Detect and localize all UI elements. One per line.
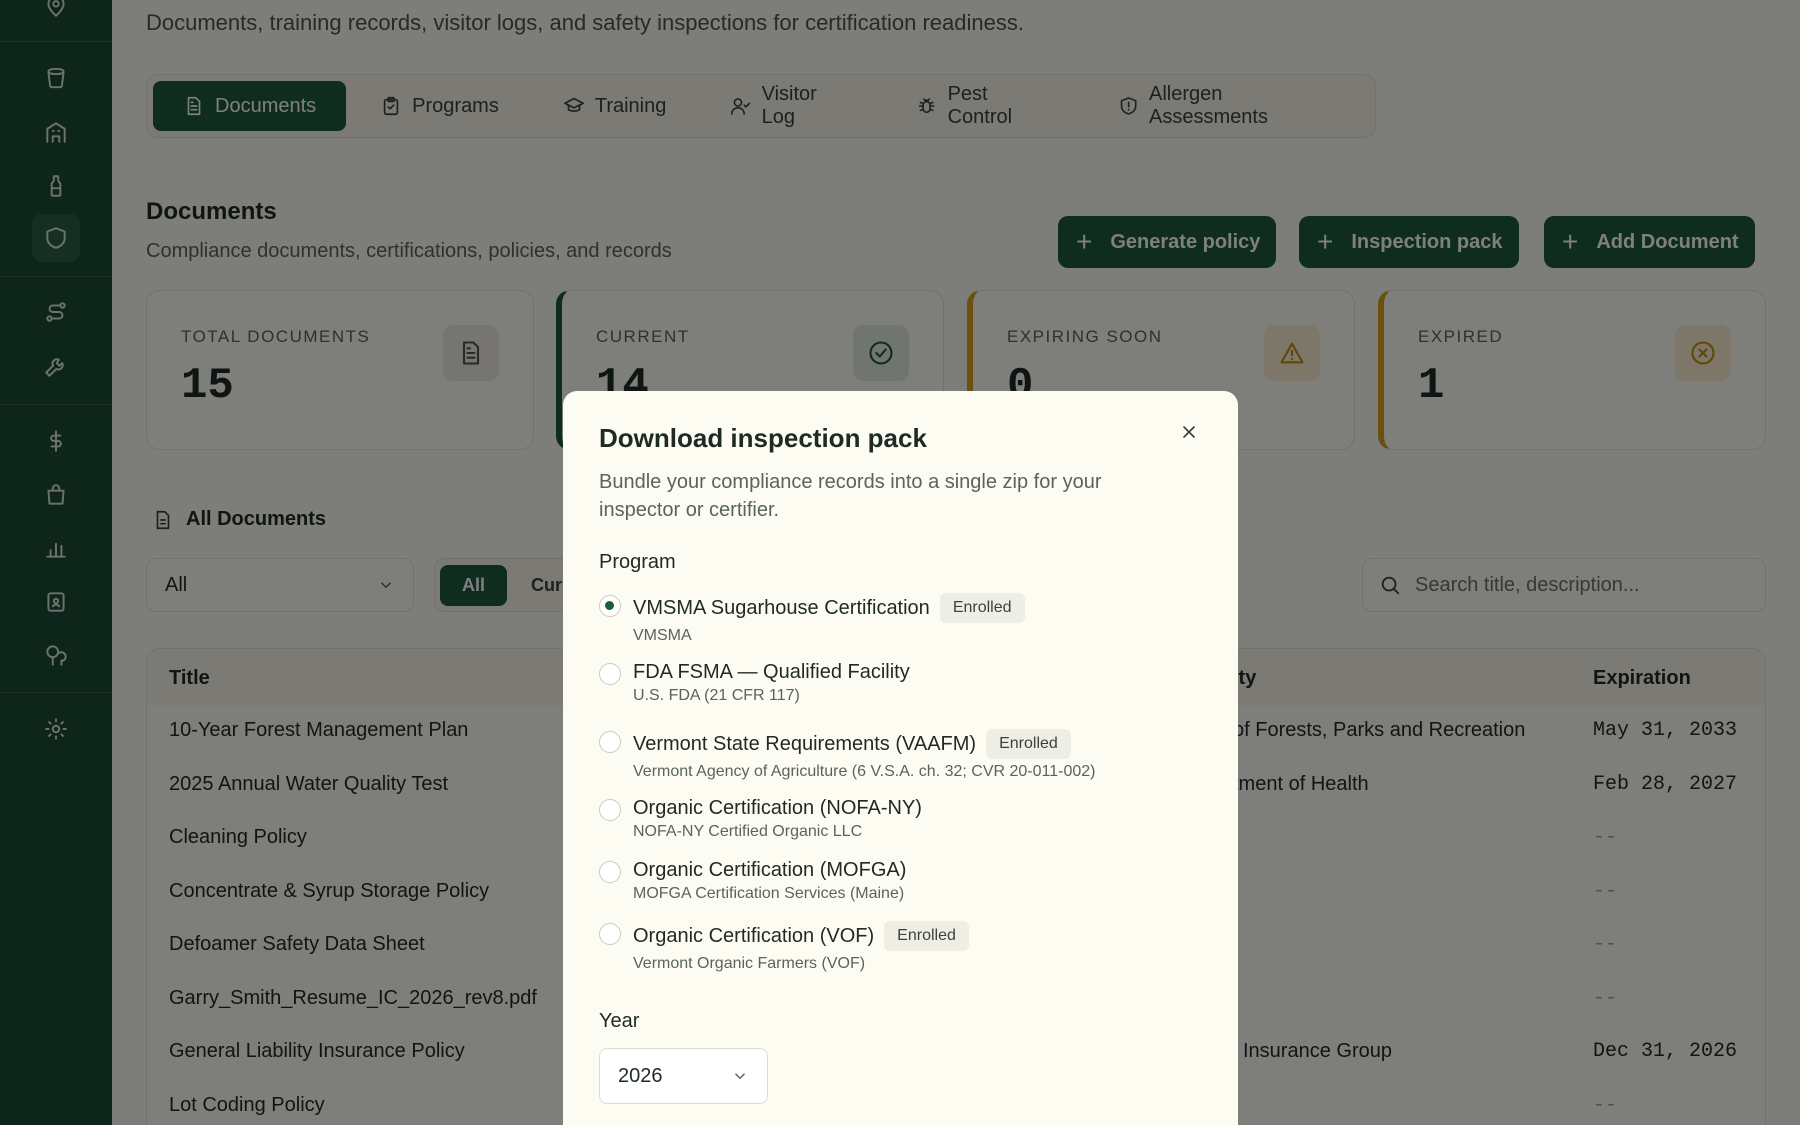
program-name-text: FDA FSMA — Qualified Facility bbox=[633, 661, 910, 683]
program-name-text: Vermont State Requirements (VAAFM) bbox=[633, 732, 977, 755]
program-authority: Vermont Organic Farmers (VOF) bbox=[633, 955, 866, 972]
program-name-text: Organic Certification (MOFGA) bbox=[633, 859, 907, 881]
program-authority: Vermont Agency of Agriculture (6 V.S.A. … bbox=[633, 763, 1096, 780]
radio-button[interactable] bbox=[599, 799, 621, 821]
enrolled-badge: Enrolled bbox=[986, 729, 1071, 759]
close-icon[interactable] bbox=[1174, 417, 1204, 447]
radio-button[interactable] bbox=[599, 923, 621, 945]
program-name: FDA FSMA — Qualified Facility bbox=[633, 661, 910, 684]
program-authority: VMSMA bbox=[633, 627, 692, 644]
program-authority: U.S. FDA (21 CFR 117) bbox=[633, 687, 800, 704]
program-name-text: VMSMA Sugarhouse Certification bbox=[633, 596, 930, 619]
chevron-down-icon bbox=[734, 1073, 746, 1080]
inspection-pack-dialog: Download inspection pack Bundle your com… bbox=[563, 391, 1238, 1125]
program-authority: MOFGA Certification Services (Maine) bbox=[633, 885, 905, 902]
radio-button[interactable] bbox=[599, 663, 621, 685]
radio-button[interactable] bbox=[599, 731, 621, 753]
program-name-text: Organic Certification (NOFA-NY) bbox=[633, 797, 922, 819]
year-select[interactable]: 2026 bbox=[599, 1048, 768, 1104]
year-label: Year bbox=[599, 1010, 640, 1032]
enrolled-badge: Enrolled bbox=[884, 921, 969, 951]
program-name: Vermont State Requirements (VAAFM) Enrol… bbox=[633, 729, 1071, 759]
program-name: Organic Certification (VOF) Enrolled bbox=[633, 921, 969, 951]
program-label: Program bbox=[599, 551, 676, 573]
year-value: 2026 bbox=[618, 1064, 663, 1087]
program-name: Organic Certification (MOFGA) bbox=[633, 859, 906, 882]
dialog-title: Download inspection pack bbox=[599, 423, 927, 453]
program-name: Organic Certification (NOFA-NY) bbox=[633, 797, 922, 820]
radio-button[interactable] bbox=[599, 595, 621, 617]
program-name-text: Organic Certification (VOF) bbox=[633, 924, 875, 947]
dialog-description: Bundle your compliance records into a si… bbox=[599, 471, 1102, 521]
radio-button[interactable] bbox=[599, 861, 621, 883]
program-name: VMSMA Sugarhouse Certification Enrolled bbox=[633, 593, 1025, 623]
enrolled-badge: Enrolled bbox=[939, 593, 1025, 623]
program-authority: NOFA-NY Certified Organic LLC bbox=[633, 823, 863, 840]
